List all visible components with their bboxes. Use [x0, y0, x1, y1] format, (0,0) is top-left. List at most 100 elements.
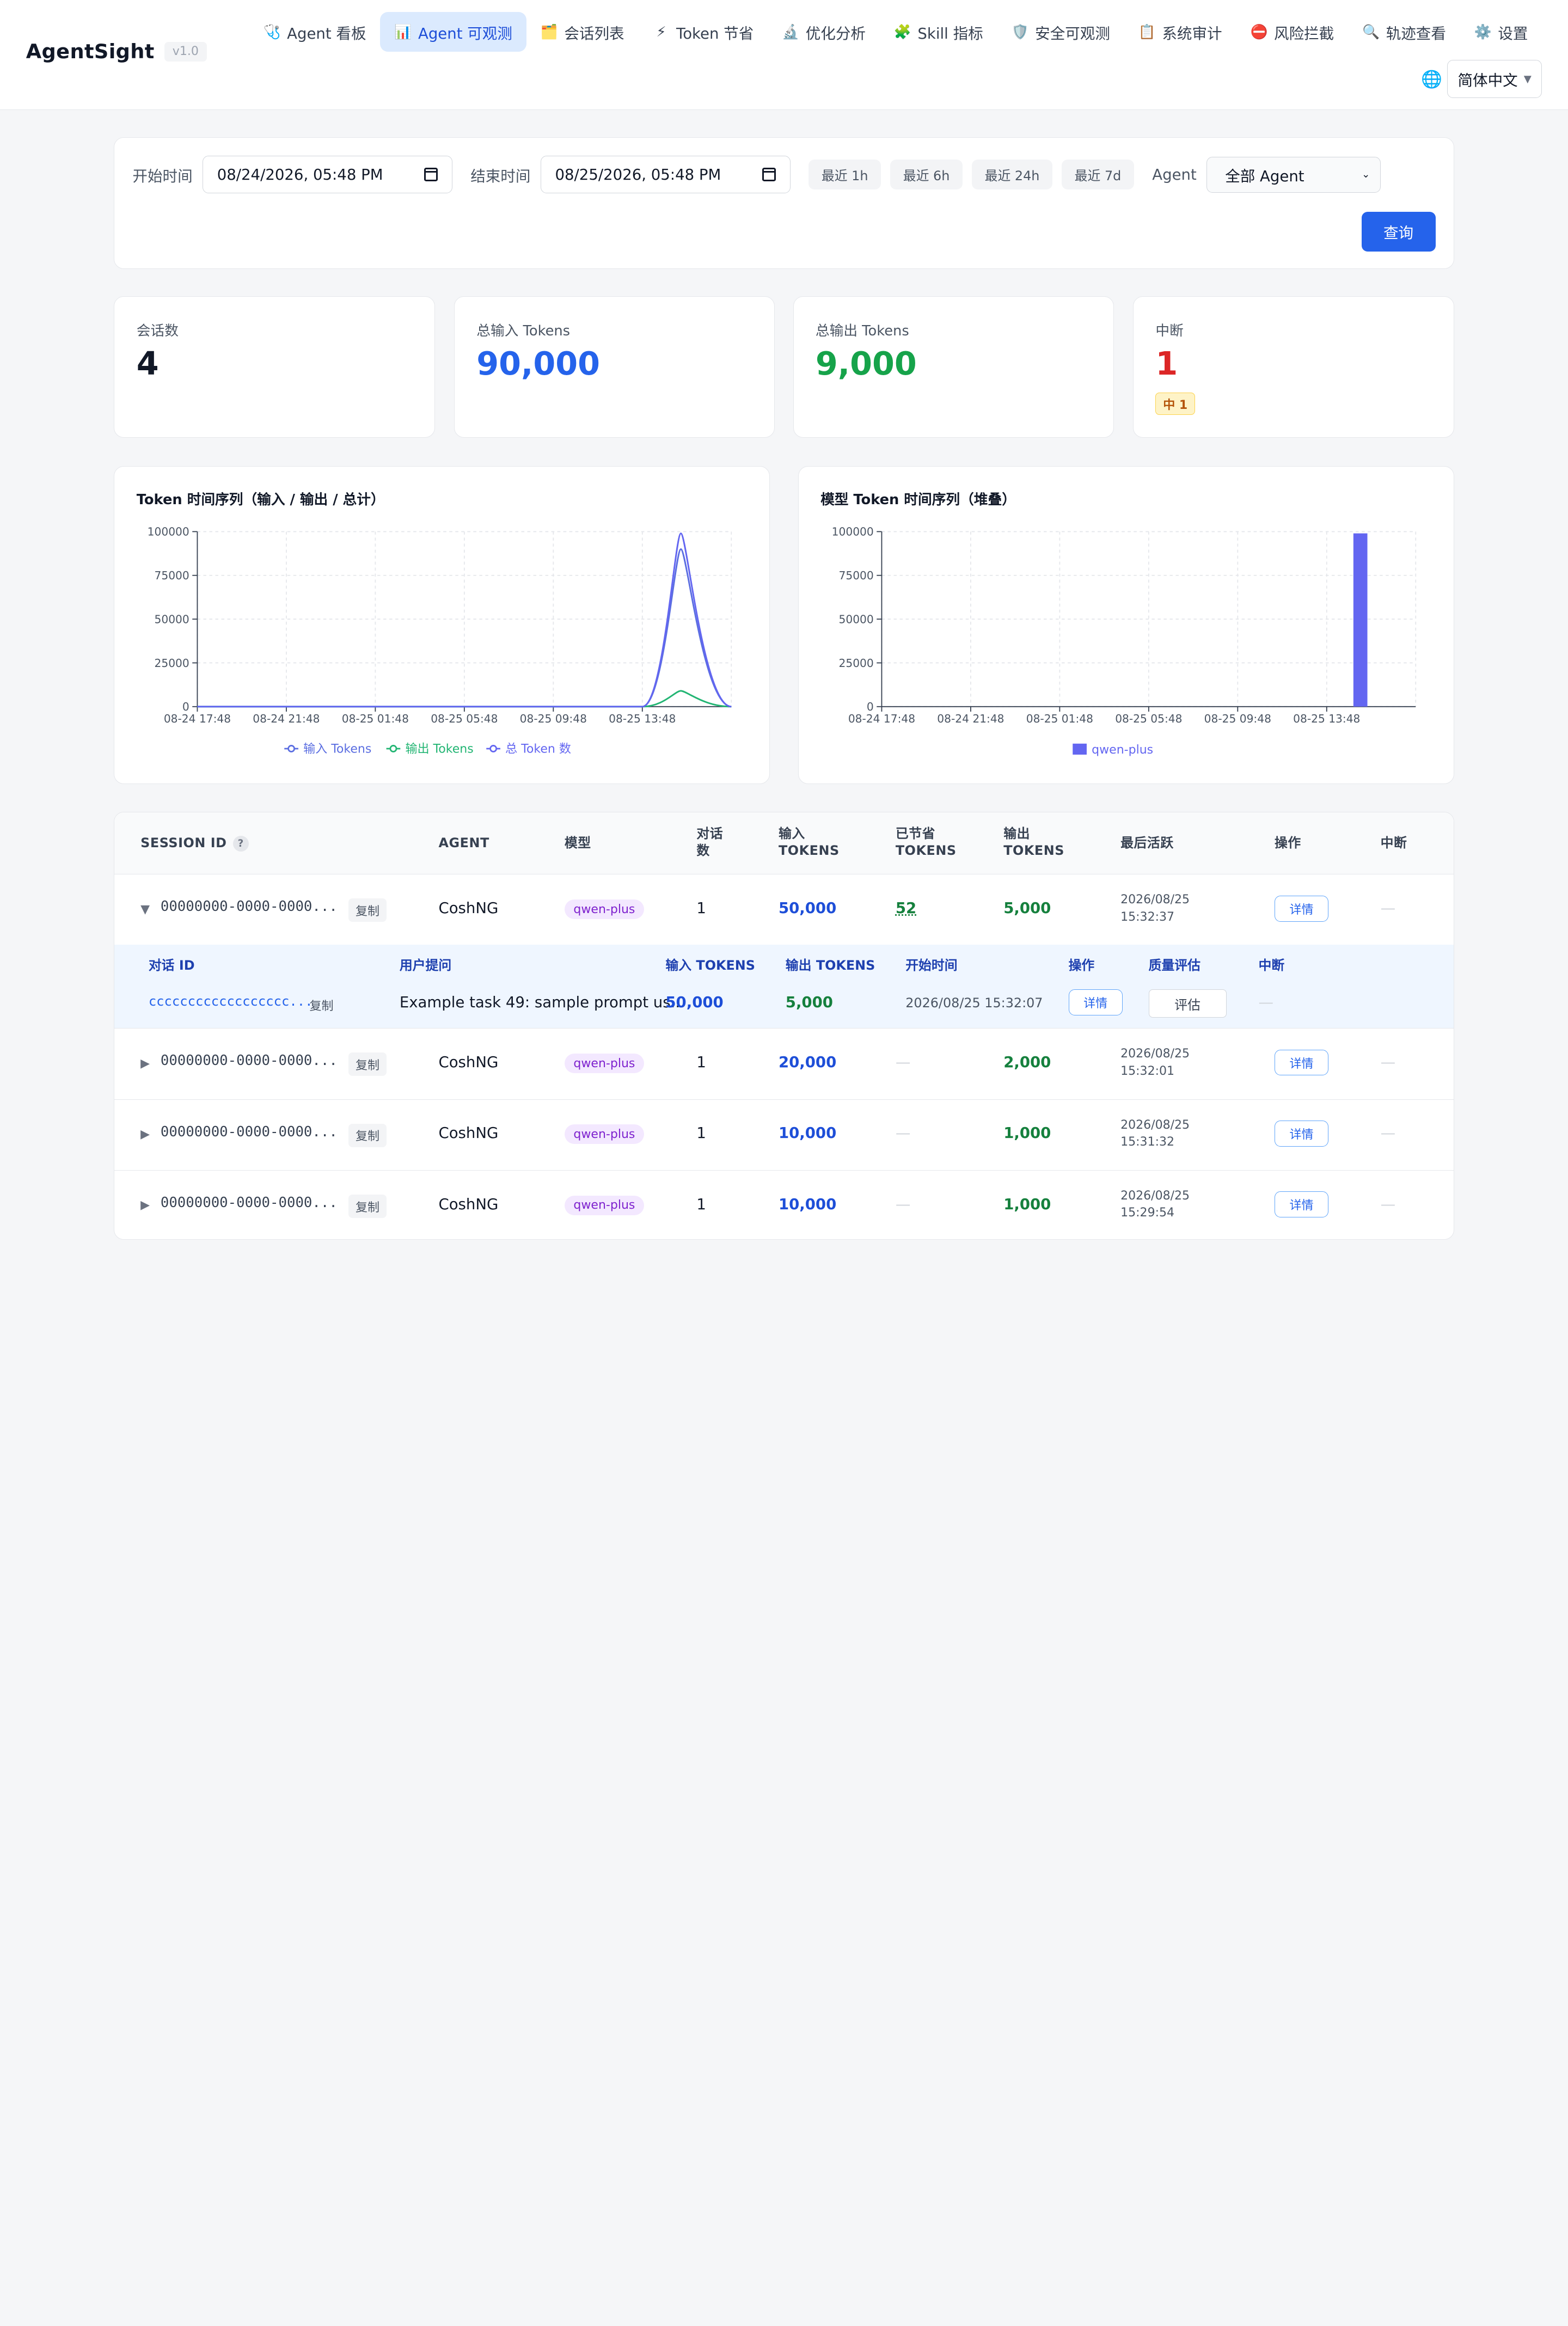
start-time-value: 08/24/2026, 05:48 PM: [217, 166, 383, 183]
collapse-icon[interactable]: ▼: [140, 903, 150, 916]
stat-value: 90,000: [476, 344, 601, 382]
detail-button[interactable]: 详情: [1274, 895, 1329, 922]
last-active: 2026/08/25 15:31:32: [1120, 1117, 1190, 1150]
input-tokens: 20,000: [778, 1054, 837, 1072]
app-name: AgentSight: [26, 40, 155, 64]
detail-button[interactable]: 详情: [1274, 1121, 1329, 1147]
globe-icon: 🌐: [1421, 69, 1443, 89]
quick-range-1h[interactable]: 最近 1h: [808, 160, 881, 190]
y-tick-label: 75000: [155, 569, 189, 582]
last-active-date: 2026/08/25: [1120, 893, 1190, 907]
nav-label: Skill 指标: [917, 25, 983, 42]
expand-icon[interactable]: ▶: [140, 1128, 150, 1141]
copy-button[interactable]: 复制: [348, 898, 387, 922]
quick-range-7d[interactable]: 最近 7d: [1061, 160, 1135, 190]
y-tick-label: 100000: [148, 525, 189, 538]
expand-icon[interactable]: ▶: [140, 1057, 150, 1070]
th-input: 输入 TOKENS: [778, 826, 840, 859]
calendar-icon[interactable]: [424, 167, 438, 182]
y-tick-label: 0: [867, 700, 874, 713]
nav-security[interactable]: 🛡️ 安全可观测: [997, 12, 1124, 52]
agent-select[interactable]: 全部 Agent ⌄: [1206, 156, 1381, 193]
stat-label: 中断: [1155, 322, 1184, 339]
top-header: AgentSight v1.0 🩺 Agent 看板 📊 Agent 可观测 🗂️ 会…: [0, 0, 1568, 111]
detail-button[interactable]: 详情: [1274, 1191, 1329, 1218]
copy-button[interactable]: 复制: [348, 1052, 387, 1076]
query-button[interactable]: 查询: [1361, 211, 1436, 252]
nav-optimization[interactable]: 🔬 优化分析: [768, 12, 880, 52]
input-tokens: 10,000: [778, 1195, 837, 1213]
token-line-chart[interactable]: 0 25000 50000 75000 100000 08-24 17:48 08-24 2…: [114, 467, 770, 785]
lightning-icon: ⚡: [656, 23, 666, 40]
model-bar-chart[interactable]: 0 25000 50000 75000 100000 08-24 17:48 08-24 2…: [799, 467, 1455, 785]
quick-range-6h[interactable]: 最近 6h: [890, 160, 963, 190]
x-tick-label: 08-25 09:48: [520, 712, 587, 725]
nav-skill-metrics[interactable]: 🧩 Skill 指标: [880, 12, 997, 52]
output-tokens: 2,000: [1003, 1054, 1051, 1072]
detail-button[interactable]: 详情: [1274, 1049, 1329, 1076]
th-saved: 已节省 TOKENS: [895, 826, 957, 859]
sub-th-quality: 质量评估: [1148, 958, 1200, 974]
sub-th-question: 用户提问: [399, 958, 452, 974]
sub-th-start: 开始时间: [905, 958, 958, 974]
calendar-icon[interactable]: [762, 167, 776, 182]
nav-token-saving[interactable]: ⚡ Token 节省: [638, 12, 768, 52]
copy-button[interactable]: 复制: [348, 1195, 387, 1218]
th-last-active: 最后活跃: [1120, 835, 1174, 850]
stat-value: 9,000: [815, 344, 917, 382]
nav-agent-dashboard[interactable]: 🩺 Agent 看板: [249, 12, 380, 52]
x-tick-label: 08-24 21:48: [253, 712, 320, 725]
interrupt-value: —: [1380, 1195, 1396, 1213]
table-row[interactable]: ▶ 00000000-0000-0000... 复制 CoshNG qwen-p…: [114, 1029, 1454, 1100]
conv-detail-button[interactable]: 详情: [1068, 989, 1123, 1016]
legend-label: 输入 Tokens: [304, 742, 372, 756]
nav-agent-observability[interactable]: 📊 Agent 可观测: [380, 12, 526, 52]
model-timeseries-card: 模型 Token 时间序列（堆叠） 0 25000 50000 75000 100000…: [798, 466, 1454, 784]
nav-trace[interactable]: 🔍 轨迹查看: [1348, 12, 1460, 52]
copy-button[interactable]: 复制: [348, 1123, 387, 1147]
x-tick-label: 08-24 17:48: [164, 712, 231, 725]
nav-label: Agent 看板: [287, 25, 366, 42]
puzzle-icon: 🧩: [893, 23, 911, 40]
turn-count: 1: [696, 899, 706, 917]
conv-interrupt: —: [1258, 993, 1274, 1011]
expand-icon[interactable]: ▶: [140, 1198, 150, 1212]
nav-risk-block[interactable]: ⛔ 风险拦截: [1236, 12, 1348, 52]
nav-settings[interactable]: ⚙️ 设置: [1460, 12, 1542, 52]
filter-card: 开始时间 08/24/2026, 05:48 PM 结束时间 08/25/202…: [114, 137, 1454, 270]
table-row[interactable]: ▶ 00000000-0000-0000... 复制 CoshNG qwen-p…: [114, 1171, 1453, 1240]
copy-button[interactable]: 复制: [303, 994, 341, 1017]
saved-tokens[interactable]: 52: [896, 899, 916, 917]
last-active: 2026/08/25 15:29:54: [1120, 1188, 1190, 1221]
model-badge: qwen-plus: [564, 1054, 644, 1074]
session-id: 00000000-0000-0000...: [160, 1195, 338, 1211]
end-time-input[interactable]: 08/25/2026, 05:48 PM: [540, 155, 791, 194]
language-select[interactable]: 简体中文 ▼: [1447, 60, 1542, 98]
table-row[interactable]: ▶ 00000000-0000-0000... 复制 CoshNG qwen-p…: [114, 1100, 1454, 1171]
legend-marker: [287, 744, 296, 752]
nav-audit[interactable]: 📋 系统审计: [1124, 12, 1236, 52]
bar-qwen-plus: [1353, 533, 1368, 707]
th-session-id: SESSION ID?: [140, 835, 249, 852]
table-row[interactable]: ▼ 00000000-0000-0000... 复制 CoshNG qwen-p…: [114, 874, 1453, 945]
start-time-input[interactable]: 08/24/2026, 05:48 PM: [202, 155, 453, 194]
nav-session-list[interactable]: 🗂️ 会话列表: [526, 12, 639, 52]
bar-chart-icon: 📊: [394, 23, 412, 40]
saved-tokens: —: [895, 1124, 911, 1142]
legend-swatch: [1072, 743, 1087, 755]
agent-name: CoshNG: [438, 899, 499, 917]
turn-count: 1: [696, 1195, 706, 1213]
help-icon[interactable]: ?: [232, 835, 249, 852]
shield-icon: 🛡️: [1011, 23, 1029, 40]
conversation-subtable: 对话 ID 用户提问 输入 TOKENS 输出 TOKENS 开始时间 操作 质…: [114, 944, 1454, 1029]
last-active-date: 2026/08/25: [1120, 1189, 1190, 1203]
last-active-date: 2026/08/25: [1120, 1047, 1190, 1061]
evaluate-button[interactable]: 评估: [1148, 989, 1227, 1018]
legend-marker: [389, 744, 397, 752]
agent-name: CoshNG: [438, 1195, 499, 1213]
quick-range-24h[interactable]: 最近 24h: [971, 160, 1053, 190]
series-line-2: [197, 532, 732, 708]
y-tick-label: 75000: [838, 569, 873, 582]
conversation-id[interactable]: cccccccccccccccccc...: [149, 994, 313, 1009]
session-id: 00000000-0000-0000...: [160, 1123, 338, 1140]
